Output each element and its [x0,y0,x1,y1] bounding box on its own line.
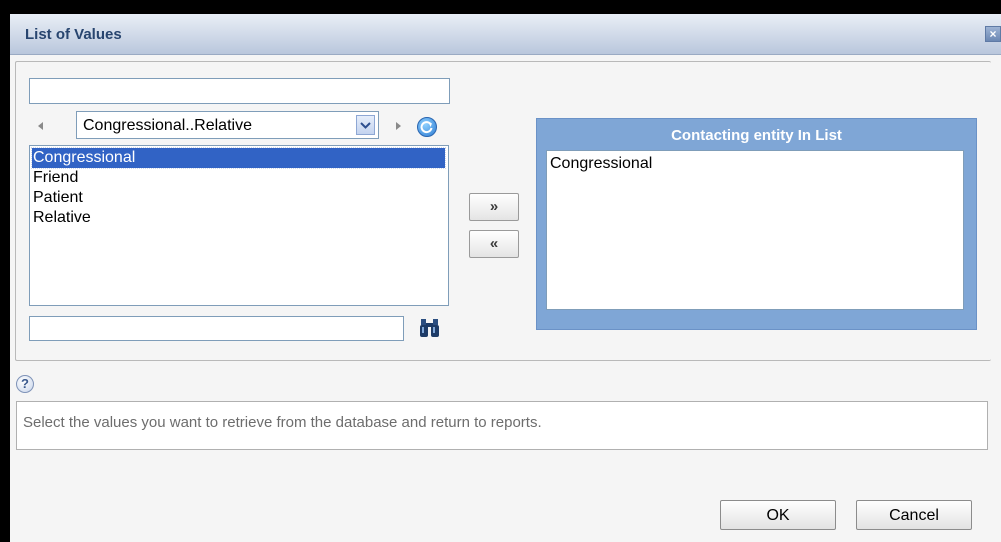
available-values-list[interactable]: Congressional Friend Patient Relative [29,145,449,306]
add-to-list-button[interactable]: » [469,193,519,221]
selected-values-header: Contacting entity In List [671,127,842,144]
right-arrow-icon[interactable] [396,122,401,130]
refresh-icon[interactable] [417,117,437,137]
help-box: Select the values you want to retrieve f… [16,401,988,450]
filter-input[interactable] [29,78,450,104]
remove-from-list-button[interactable]: « [469,230,519,258]
list-item[interactable]: Congressional [31,147,446,169]
selected-values-list[interactable]: Congressional [546,150,964,310]
close-icon[interactable]: × [985,26,1001,42]
selected-list-item[interactable]: Congressional [550,154,652,174]
title-bar[interactable]: List of Values × [10,14,1001,55]
help-text: Select the values you want to retrieve f… [23,414,542,431]
range-select-value: Congressional..Relative [83,117,252,134]
cancel-button[interactable]: Cancel [856,500,972,530]
chevron-down-icon[interactable] [356,115,375,135]
help-icon[interactable]: ? [16,375,34,393]
dialog-title: List of Values [25,26,122,43]
selected-values-panel: Contacting entity In List Congressional [536,118,977,330]
binoculars-icon[interactable] [418,316,442,340]
list-item[interactable]: Friend [32,168,445,188]
ok-button[interactable]: OK [720,500,836,530]
list-item[interactable]: Patient [32,188,445,208]
search-input[interactable] [29,316,404,341]
list-item[interactable]: Relative [32,208,445,228]
range-select[interactable]: Congressional..Relative [76,111,379,139]
left-arrow-icon[interactable] [38,122,43,130]
